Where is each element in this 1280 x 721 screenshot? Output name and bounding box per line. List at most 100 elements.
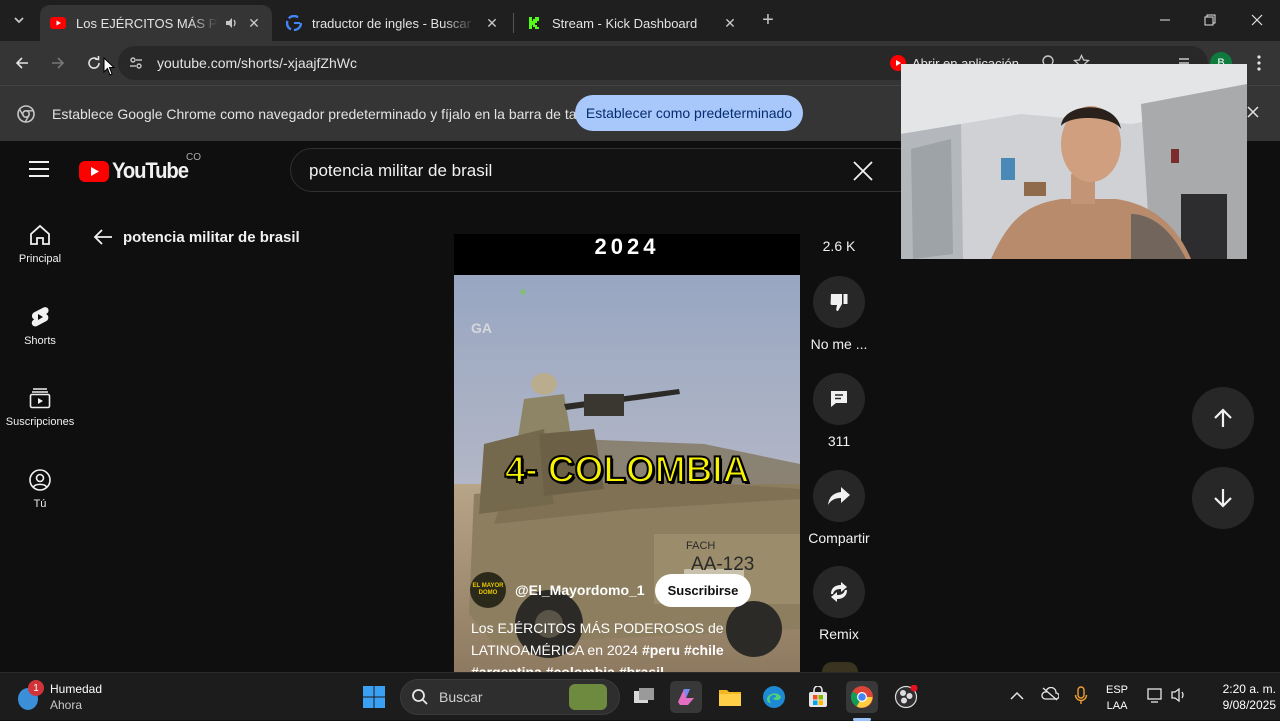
hamburger-menu-icon[interactable]: [28, 160, 50, 183]
chevron-down-icon: [14, 17, 24, 24]
set-default-button[interactable]: Establecer como predeterminado: [575, 95, 803, 131]
chrome-icon: [851, 686, 873, 708]
hashtag-links[interactable]: #argentina #colombia #brasil: [471, 664, 664, 672]
new-tab-button[interactable]: +: [755, 7, 781, 33]
guide-item-you[interactable]: Tú: [0, 468, 80, 538]
tab-google[interactable]: traductor de ingles - Buscar con Google …: [276, 5, 510, 41]
task-view-button[interactable]: [628, 681, 660, 713]
restore-icon: [1204, 14, 1216, 26]
home-icon: [30, 224, 50, 245]
weather-icon: 1: [14, 680, 44, 712]
language-bottom: LAA: [1106, 700, 1128, 712]
previous-short-button[interactable]: [1192, 387, 1254, 449]
channel-avatar[interactable]: EL MAYOR DOMO: [470, 572, 506, 608]
channel-name[interactable]: @El_Mayordomo_1: [515, 582, 645, 598]
share-icon: [828, 487, 850, 505]
store-icon: [809, 686, 827, 707]
onedrive-icon[interactable]: [1041, 686, 1060, 706]
start-button[interactable]: [358, 681, 390, 713]
restore-button[interactable]: [1197, 7, 1223, 33]
audio-track-thumbnail[interactable]: [822, 662, 858, 672]
tab-search-button[interactable]: [6, 7, 32, 33]
guide-item-subscriptions[interactable]: Suscripciones: [0, 386, 80, 456]
you-icon: [29, 469, 51, 491]
obs-app[interactable]: [890, 681, 922, 713]
close-tab-icon[interactable]: ✕: [722, 15, 738, 32]
guide-item-shorts[interactable]: Shorts: [0, 305, 80, 375]
mouse-cursor-icon: [103, 57, 116, 76]
copilot-app[interactable]: [670, 681, 702, 713]
clear-search-icon[interactable]: [852, 160, 874, 187]
youtube-logo-text: YouTube: [112, 158, 189, 183]
store-app[interactable]: [802, 681, 834, 713]
forward-button[interactable]: [45, 50, 71, 76]
reload-icon: [88, 56, 100, 69]
edge-icon: [763, 686, 785, 708]
microphone-icon[interactable]: [1074, 686, 1088, 711]
tab-divider: [513, 13, 514, 33]
chevron-up-icon: [1010, 691, 1024, 700]
close-infobar-icon[interactable]: [1246, 105, 1260, 124]
remix-icon: [831, 582, 847, 602]
tab-youtube[interactable]: Los EJÉRCITOS MÁS PODEROSOS ✕: [40, 5, 272, 41]
weather-widget[interactable]: 1 Humedad Ahora: [14, 680, 102, 713]
youtube-logo[interactable]: YouTube: [79, 158, 194, 184]
short-video-player[interactable]: 2024 GA 4- COLOMBIA FACH AA-123 EL MAYOR…: [454, 234, 800, 672]
back-button[interactable]: [9, 50, 35, 76]
guide-item-home[interactable]: Principal: [0, 223, 80, 293]
site-info-icon[interactable]: [128, 55, 144, 76]
dislike-button[interactable]: No me ...: [805, 276, 873, 352]
shorts-icon: [31, 307, 49, 327]
chrome-app[interactable]: [846, 681, 878, 713]
file-explorer-app[interactable]: [714, 681, 746, 713]
video-title[interactable]: Los EJÉRCITOS MÁS PODEROSOS de LATINOAMÉ…: [471, 617, 791, 672]
tab-strip: Los EJÉRCITOS MÁS PODEROSOS ✕ traductor …: [0, 0, 1280, 41]
back-to-search[interactable]: potencia militar de brasil: [93, 228, 300, 246]
arrow-up-icon: [1214, 408, 1232, 427]
arrow-down-icon: [1214, 489, 1232, 508]
weather-subtitle: Ahora: [50, 698, 83, 712]
speaker-icon[interactable]: [224, 16, 238, 30]
tab-title: Los EJÉRCITOS MÁS PODEROSOS: [76, 15, 218, 31]
search-input[interactable]: potencia militar de brasil: [309, 161, 492, 181]
share-label: Compartir: [808, 530, 870, 546]
network-icon[interactable]: [1147, 687, 1165, 708]
share-button[interactable]: Compartir: [805, 470, 873, 546]
obs-icon: [894, 685, 918, 709]
hashtag-links[interactable]: #peru #chile: [642, 642, 724, 658]
video-title-line-1: Los EJÉRCITOS MÁS PODEROSOS de: [471, 620, 724, 636]
tab-kick[interactable]: Stream - Kick Dashboard ✕: [516, 5, 748, 41]
more-vertical-icon: [1257, 55, 1261, 71]
comments-button[interactable]: 311: [805, 373, 873, 449]
video-top-caption: 2024: [594, 234, 660, 259]
copilot-icon: [678, 689, 694, 705]
infobar-message: Establece Google Chrome como navegador p…: [52, 106, 604, 122]
language-indicator[interactable]: ESP LAA: [1106, 682, 1128, 714]
clock[interactable]: 2:20 a. m. 9/08/2025: [1196, 681, 1276, 713]
edge-app[interactable]: [758, 681, 790, 713]
guide-label: Principal: [18, 253, 62, 265]
guide-label: Suscripciones: [5, 416, 75, 428]
search-box[interactable]: potencia militar de brasil: [290, 148, 902, 192]
remix-button[interactable]: Remix: [805, 566, 873, 642]
volume-icon[interactable]: [1170, 687, 1188, 708]
taskbar-search[interactable]: Buscar: [400, 679, 620, 715]
subscribe-button[interactable]: Suscribirse: [654, 573, 752, 607]
next-short-button[interactable]: [1192, 467, 1254, 529]
arrow-left-icon: [15, 57, 28, 69]
close-tab-icon[interactable]: ✕: [484, 15, 500, 32]
youtube-favicon-icon: [50, 15, 66, 31]
channel-row: EL MAYOR DOMO @El_Mayordomo_1 Suscribirs…: [470, 572, 752, 608]
close-window-button[interactable]: [1244, 7, 1270, 33]
notification-badge: 1: [28, 680, 44, 696]
show-hidden-icons[interactable]: [1010, 688, 1024, 706]
minimize-button[interactable]: [1152, 7, 1178, 33]
menu-button[interactable]: [1246, 50, 1272, 76]
clock-date: 9/08/2025: [1222, 698, 1276, 712]
subscriptions-icon: [29, 388, 51, 409]
search-icon: [412, 689, 428, 705]
close-tab-icon[interactable]: ✕: [246, 15, 262, 32]
like-count[interactable]: 2.6 K: [805, 238, 873, 254]
minimize-icon: [1160, 19, 1170, 21]
google-favicon-icon: [286, 15, 302, 31]
